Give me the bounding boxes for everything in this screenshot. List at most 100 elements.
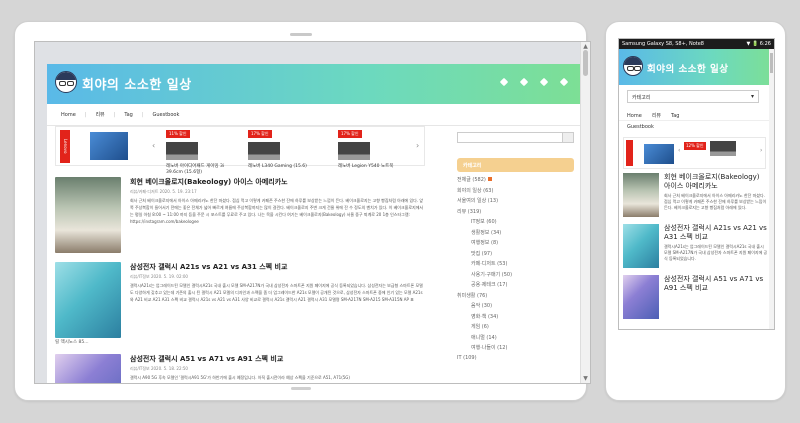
ad-next-icon[interactable]: › (760, 147, 762, 154)
category-item[interactable]: 리뷰 (319) (457, 208, 574, 219)
post-thumbnail[interactable] (623, 275, 659, 319)
post-excerpt: 갤럭시A21s는 업그레이드된 모델인 갤럭시A21s 국내 출시 모델 SM-… (664, 244, 768, 261)
nav-review[interactable]: 리뷰 (652, 112, 661, 119)
post-title[interactable]: 삼성전자 갤럭시 A21s vs A21 vs A31 스펙 비교 (130, 262, 287, 272)
category-label: 전체글 (582) (457, 177, 486, 183)
category-item[interactable]: 전체글 (582) (457, 176, 574, 187)
category-item[interactable]: 생활정보 (34) (457, 229, 574, 240)
desktop-scrollbar[interactable]: ▲ ▼ (580, 42, 590, 383)
ad-product-2[interactable]: 17% 할인 레노버 L340 Gaming (15.6) (248, 130, 333, 169)
post-excerpt: 갤럭시 A90 5G 후속 모델인 '갤럭시A91 5G'가 하반기에 출시 예… (130, 375, 350, 380)
post-meta: 리뷰/IT정보 2020. 5. 19. 02:00 (130, 274, 188, 279)
search-icon[interactable] (562, 133, 573, 142)
mobile-nav: Home 리뷰 Tag Guestbook (619, 111, 769, 133)
category-label: 카페·디저트 (53) (471, 261, 508, 267)
nav-review[interactable]: 리뷰 (95, 111, 104, 118)
post-thumbnail[interactable] (55, 354, 121, 383)
category-item[interactable]: IT정보 (60) (457, 218, 574, 229)
nav-home[interactable]: Home (61, 112, 76, 118)
laptop-image (338, 142, 370, 160)
scrollbar-thumb[interactable] (770, 53, 773, 73)
ad-product-1[interactable]: 11% 할인 레노버 아이디어패드 게이밍 3i 39.6cm (15.6형) (166, 130, 226, 175)
category-label: 애니멀 (14) (471, 334, 497, 341)
category-item[interactable]: 여행·나들이 (12) (457, 344, 574, 355)
category-item[interactable]: 사용기·구매기 (50) (457, 271, 574, 282)
status-icons: ▼ 🔋 6:26 (746, 41, 771, 47)
category-label: 생활정보 (34) (471, 229, 502, 236)
nav-tag[interactable]: Tag (671, 113, 679, 119)
category-item[interactable]: 애니멀 (14) (457, 334, 574, 345)
category-list: 전체글 (582) 회야의 일상 (63) 서울여의 일상 (13) 리뷰 (319)… (457, 176, 574, 365)
nav-guestbook[interactable]: Guestbook (627, 124, 654, 130)
notice-icon[interactable] (519, 77, 529, 87)
post-thumbnail[interactable] (623, 224, 659, 268)
ad-banner[interactable]: Lenovo ‹ 11% 할인 레노버 아이디어패드 게이밍 3i 39.6cm… (55, 126, 425, 175)
chevron-down-icon: ▾ (750, 93, 754, 100)
site-title[interactable]: 회야의 소소한 일상 (82, 74, 192, 93)
main-nav: Home | 리뷰 | Tag | Guestbook (47, 104, 581, 126)
category-label: 여행·나들이 (12) (471, 345, 508, 351)
post-title[interactable]: 회현 베이크올로지(Bakeology) 아이스 아메리카노 (130, 177, 288, 187)
logo-avatar-icon[interactable] (55, 71, 77, 93)
category-item[interactable]: 서울여의 일상 (13) (457, 197, 574, 208)
category-label: 리뷰 (319) (457, 208, 482, 215)
category-item[interactable]: 공용·제테크 (17) (457, 281, 574, 292)
category-item[interactable]: 취미생활 (76) (457, 292, 574, 303)
scroll-down-icon[interactable]: ▼ (581, 375, 590, 382)
nav-guestbook[interactable]: Guestbook (153, 112, 180, 118)
ad-product-name: 레노버 Legion Y540 노트북 (338, 164, 394, 169)
ad-sale-badge: 12% 할인 (684, 142, 706, 150)
laptop-image (710, 141, 736, 156)
post-thumbnail[interactable] (55, 262, 121, 338)
post-thumbnail[interactable] (623, 173, 659, 217)
post-excerpt: 갤럭시A21s는 업그레이드된 모델인 갤럭시A21s 국내 출시 모델 SM-… (130, 283, 423, 302)
scroll-up-icon[interactable]: ▲ (581, 43, 590, 50)
category-item[interactable]: 카페·디저트 (53) (457, 260, 574, 271)
logo-avatar-icon[interactable] (623, 56, 643, 76)
nav-tag[interactable]: Tag (124, 112, 132, 118)
ad-next-icon[interactable]: › (416, 141, 419, 150)
ad-sale-badge: 17% 할인 (338, 130, 362, 138)
ad-thumb[interactable] (644, 144, 674, 164)
post-excerpt: 회사 근처 베이크올로지에서 아이스 아메리카노 한잔 마셨다. 점심 먹고 이… (664, 193, 767, 210)
desktop-preview-frame: 회야의 소소한 일상 Home | 리뷰 | Tag | Guestbook L… (14, 21, 591, 401)
post-excerpt-more: 릴 액시노스 85... (55, 340, 89, 345)
mobile-screen: Samsung Galaxy S8, S8+, Note8 ▼ 🔋 6:26 회… (618, 38, 775, 330)
mobile-status-bar: Samsung Galaxy S8, S8+, Note8 ▼ 🔋 6:26 (619, 39, 774, 49)
ad-product-3[interactable]: 17% 할인 레노버 Legion Y540 노트북 (338, 130, 423, 169)
post-thumbnail[interactable] (55, 177, 121, 253)
category-item[interactable]: 게임 (6) (457, 323, 574, 334)
post-title[interactable]: 삼성전자 갤럭시 A21s vs A21 vs A31 스펙 비교 (664, 224, 768, 242)
category-label: IT (109) (457, 354, 477, 361)
nav-home[interactable]: Home (627, 113, 642, 119)
scrollbar-thumb[interactable] (583, 50, 588, 76)
category-label: 여행정보 (8) (471, 240, 499, 246)
guestbook-icon[interactable] (499, 77, 509, 87)
mobile-site-title[interactable]: 회야의 소소한 일상 (647, 61, 729, 75)
category-item[interactable]: 영화·책 (34) (457, 313, 574, 324)
desktop-site: 회야의 소소한 일상 Home | 리뷰 | Tag | Guestbook L… (47, 64, 581, 383)
post-meta: 리뷰/카페·디저트 2020. 5. 19. 23:17 (130, 189, 197, 194)
category-item[interactable]: 음악 (30) (457, 302, 574, 313)
category-label: 영화·책 (34) (471, 313, 499, 320)
sidebar: 카테고리 전체글 (582) 회야의 일상 (63) 서울여의 일상 (13) 리뷰 … (457, 126, 574, 383)
ad-thumb[interactable] (90, 132, 128, 160)
nav-separator: | (84, 111, 87, 118)
post-title[interactable]: 삼성전자 갤럭시 A51 vs A71 vs A91 스펙 비교 (664, 275, 768, 293)
ad-prev-icon[interactable]: ‹ (152, 141, 155, 150)
category-item[interactable]: IT (109) (457, 355, 574, 366)
search-input[interactable] (457, 132, 574, 143)
mobile-header: 회야의 소소한 일상 (619, 49, 774, 85)
category-select[interactable]: 카테고리 ▾ (627, 90, 759, 103)
ad-prev-icon[interactable]: ‹ (678, 147, 680, 154)
write-icon[interactable] (539, 77, 549, 87)
category-item[interactable]: 여행정보 (8) (457, 239, 574, 250)
new-badge-icon (487, 177, 492, 181)
post-title[interactable]: 회현 베이크올로지(Bakeology) 아이스 아메리카노 (664, 173, 768, 191)
post-title[interactable]: 삼성전자 갤럭시 A51 vs A71 vs A91 스펙 비교 (130, 354, 283, 364)
category-item[interactable]: 맛집 (97) (457, 250, 574, 261)
category-item[interactable]: 회야의 일상 (63) (457, 187, 574, 198)
mobile-ad-banner[interactable]: ‹ 12% 할인 › (623, 137, 766, 169)
settings-icon[interactable] (559, 77, 569, 87)
mobile-scrollbar[interactable] (769, 49, 774, 329)
